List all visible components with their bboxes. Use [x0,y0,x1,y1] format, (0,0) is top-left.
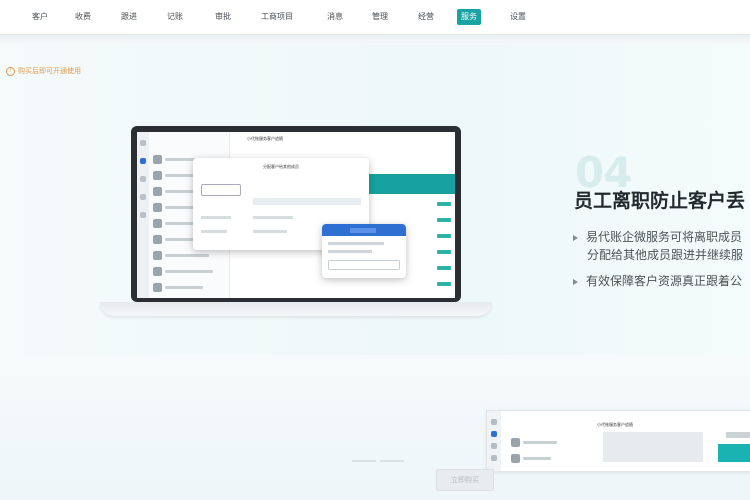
mock-sidebar-icon [140,158,146,164]
divider-line [352,460,376,462]
nav-item-followup[interactable]: 跟进 [117,9,141,25]
bullet-arrow-icon [573,234,578,241]
mini-sidebar-icon [491,431,497,437]
mini-sidebar [487,411,501,471]
feature-bullet: 易代账企微服务可将离职成员 [573,228,742,245]
mini-gray-chip [726,432,750,438]
mock-popup-line [328,250,372,253]
nav-item-business-projects[interactable]: 工商项目 [257,9,297,25]
nav-item-approval[interactable]: 审批 [211,9,235,25]
nav-item-settings[interactable]: 设置 [506,9,530,25]
mock-tag [437,266,451,270]
mock-tag [437,218,451,222]
mock-tag [437,234,451,238]
mock-modal-highlight [253,198,361,205]
mini-sidebar-icon [491,419,497,425]
laptop-screen: 小代账服务客户追随 分配客户给其他成员 [137,132,455,298]
nav-item-operations[interactable]: 经营 [414,9,438,25]
mini-list-item [511,437,563,447]
mock-modal-line [201,230,227,233]
laptop-mockup: 小代账服务客户追随 分配客户给其他成员 [131,126,461,302]
mock-tag [437,202,451,206]
mock-sidebar [137,132,149,298]
mock-sidebar-icon [140,176,146,182]
nav-item-management[interactable]: 管理 [368,9,392,25]
feature-bullet-continuation: 分配给其他成员跟进并继续服 [587,248,744,262]
mini-sidebar-icon [491,443,497,449]
feature-bullet-text: 易代账企微服务可将离职成员 [586,230,743,244]
mock-teal-banner [369,174,455,194]
mock-confirm-popup [322,224,406,278]
nav-item-billing[interactable]: 收费 [71,9,95,25]
feature-bullet-text: 有效保障客户资源真正跟着公 [586,274,743,288]
feature-bullet: 有效保障客户资源真正跟着公 [573,272,742,289]
purchase-button[interactable]: 立即购买 [436,469,494,491]
mock-modal-line [201,216,231,219]
mini-app-mockup: 小代账服务客户追随 [486,410,750,472]
laptop-base [100,302,492,316]
bullet-arrow-icon [573,278,578,285]
mock-tag [437,282,451,286]
mini-teal-block [718,444,750,462]
nav-item-bookkeeping[interactable]: 记账 [163,9,187,25]
mini-chat-title: 小代账服务客户追随 [597,422,633,427]
mock-sidebar-icon [140,140,146,146]
info-icon: ! [6,66,15,76]
nav-item-service[interactable]: 服务 [457,9,481,25]
nav-shadow [0,35,750,45]
mock-popup-input [328,260,400,270]
nav-item-partial[interactable] [0,9,5,25]
mock-chat-title: 小代账服务客户追随 [247,136,283,141]
nav-item-messages[interactable]: 消息 [323,9,347,25]
mock-popup-header [322,224,406,236]
mock-modal-line [253,216,293,219]
mock-modal-field [201,184,241,196]
mock-list-item [153,282,225,294]
mock-tag [437,250,451,254]
divider-line [380,460,404,462]
mock-popup-line [328,242,384,245]
mock-sidebar-icon [140,194,146,200]
mock-list-item [153,250,225,262]
feature-headline: 员工离职防止客户丢 [574,190,746,212]
mini-content-panel [603,432,703,462]
mini-list-item [511,453,563,463]
mini-sidebar-icon [491,455,497,461]
mock-modal-line [253,230,287,233]
top-nav: 客户 收费 跟进 记账 审批 工商项目 消息 管理 经营 服务 设置 [0,0,750,35]
nav-item-customers[interactable]: 客户 [28,9,52,25]
purchase-notice: ! 购买后即可开通使用 [6,66,81,76]
mock-modal-title: 分配客户给其他成员 [263,164,299,169]
notice-text: 购买后即可开通使用 [18,67,81,75]
mock-list-item [153,266,225,278]
mock-sidebar-icon [140,212,146,218]
